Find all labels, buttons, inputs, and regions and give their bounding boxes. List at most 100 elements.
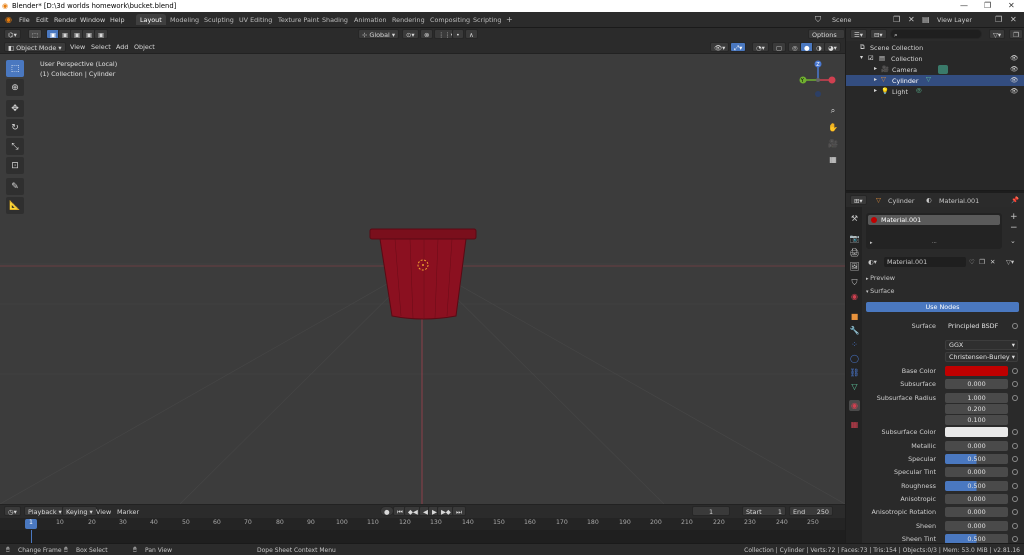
options-dropdown[interactable]: Options ▾ <box>808 29 845 47</box>
socket-dot-icon[interactable] <box>1012 323 1018 329</box>
specular-tint-field[interactable]: 0.000 <box>945 467 1008 477</box>
bucket-object[interactable] <box>369 228 477 320</box>
socket-dot-icon[interactable] <box>1012 469 1018 475</box>
particles-tab-icon[interactable]: ⁘ <box>849 339 860 350</box>
outliner-row-light[interactable]: ▸ 💡 Light ◎ 👁 <box>846 86 1024 97</box>
visibility-eye-icon[interactable]: 👁 <box>1010 76 1018 84</box>
new-view-layer-icon[interactable]: ❐ <box>995 15 1002 24</box>
subsurface-radius-z-field[interactable]: 0.100 <box>945 415 1008 425</box>
tab-modeling[interactable]: Modeling <box>166 14 203 25</box>
socket-dot-icon[interactable] <box>1012 496 1018 502</box>
light-data-icon[interactable]: ◎ <box>916 86 922 94</box>
expand-arrow-icon[interactable]: ▸ <box>874 65 877 72</box>
subsurface-color-swatch[interactable] <box>945 427 1008 437</box>
menu-select[interactable]: Select <box>91 43 111 51</box>
roughness-slider[interactable]: 0.500 <box>945 481 1008 491</box>
expand-arrow-icon[interactable]: ▸ <box>874 87 877 94</box>
distribution-dropdown[interactable]: GGX ▾ <box>945 340 1018 350</box>
tab-sculpting[interactable]: Sculpting <box>200 14 238 25</box>
editor-type-icon[interactable]: ⌬▾ <box>4 29 21 39</box>
snap-icon[interactable]: ⊗ <box>420 29 434 39</box>
start-frame-field[interactable]: Start 1 <box>742 506 786 516</box>
timeline-area[interactable] <box>0 530 845 543</box>
output-tab-icon[interactable]: 🖨 <box>849 247 860 258</box>
tab-rendering[interactable]: Rendering <box>388 14 429 25</box>
world-tab-icon[interactable]: ◉ <box>849 291 860 302</box>
data-tab-icon[interactable]: ▽ <box>849 381 860 392</box>
proportional-falloff-icon[interactable]: ∧ <box>465 29 478 39</box>
visibility-icon[interactable]: 👁▾ <box>710 42 730 52</box>
new-scene-icon[interactable]: ❐ <box>893 15 900 24</box>
outliner-row-collection[interactable]: ▾ ☑ ▤ Collection 👁 <box>846 53 1024 64</box>
modifier-tab-icon[interactable]: 🔧 <box>849 325 860 336</box>
outliner-row-camera[interactable]: ▸ 🎥 Camera 👁 <box>846 64 1024 75</box>
duplicate-material-icon[interactable]: ❐ <box>979 258 985 266</box>
slot-menu-icon[interactable]: ⌄ <box>1010 237 1016 245</box>
pivot-point-icon[interactable]: ⊙▾ <box>402 29 419 39</box>
visibility-eye-icon[interactable]: 👁 <box>1010 87 1018 95</box>
remove-slot-icon[interactable]: − <box>1010 223 1018 233</box>
transform-orientation-dropdown[interactable]: ⊹ Global ▾ <box>358 29 400 39</box>
visibility-eye-icon[interactable]: 👁 <box>1010 54 1018 62</box>
material-name-field[interactable]: Material.001 <box>884 257 966 267</box>
tab-shading[interactable]: Shading <box>318 14 352 25</box>
minimize-icon[interactable]: — <box>960 1 968 10</box>
record-icon[interactable]: ● <box>380 506 394 516</box>
tab-scripting[interactable]: Scripting <box>469 14 505 25</box>
socket-dot-icon[interactable] <box>1012 523 1018 529</box>
tool-tab-icon[interactable]: ⚒ <box>849 213 860 224</box>
expand-arrow-icon[interactable]: ▸ <box>874 76 877 83</box>
outliner-row-scene-collection[interactable]: ⧉ Scene Collection <box>846 42 1024 53</box>
end-frame-field[interactable]: End 250 <box>789 506 833 516</box>
physics-tab-icon[interactable]: ◯ <box>849 353 860 364</box>
menu-render[interactable]: Render <box>54 16 77 24</box>
unlink-material-icon[interactable]: ✕ <box>990 258 995 266</box>
scale-tool-icon[interactable]: ⤡ <box>6 138 24 155</box>
outliner-search-input[interactable]: ⌕ <box>890 29 982 39</box>
render-tab-icon[interactable]: 📷 <box>849 233 860 244</box>
menu-object[interactable]: Object <box>134 43 155 51</box>
menu-window[interactable]: Window <box>80 16 105 24</box>
menu-add[interactable]: Add <box>116 43 128 51</box>
expand-list-icon[interactable]: ▸ <box>870 240 873 246</box>
socket-dot-icon[interactable] <box>1012 368 1018 374</box>
scene-name[interactable]: Scene <box>832 16 851 24</box>
resize-handle-icon[interactable]: ⋯ <box>932 240 937 246</box>
texture-tab-icon[interactable]: ▦ <box>849 419 860 430</box>
socket-dot-icon[interactable] <box>1012 443 1018 449</box>
base-color-swatch[interactable] <box>945 366 1008 376</box>
timeline-menu-view[interactable]: View <box>96 508 111 516</box>
menu-file[interactable]: File <box>19 16 30 24</box>
surface-shader-field[interactable]: Principled BSDF <box>945 321 1008 331</box>
panel-preview[interactable]: ▸ Preview <box>866 274 895 282</box>
timeline-ruler[interactable]: 1 10 20 30 40 50 60 70 80 90 100 110 120… <box>0 518 845 530</box>
scene-icon[interactable]: ⛉ <box>815 15 821 25</box>
add-slot-icon[interactable]: + <box>1010 212 1018 222</box>
delete-view-layer-icon[interactable]: ✕ <box>1010 15 1017 24</box>
blender-menu-icon[interactable]: ◉ <box>5 15 12 24</box>
maximize-icon[interactable]: ❐ <box>984 1 991 10</box>
tab-layout[interactable]: Layout <box>136 14 166 25</box>
socket-dot-icon[interactable] <box>1012 456 1018 462</box>
panel-surface[interactable]: ▾ Surface <box>866 287 894 295</box>
mode-dropdown[interactable]: ◧ Object Mode ▾ <box>4 42 66 52</box>
fake-user-icon[interactable]: ♡ <box>969 258 975 266</box>
rendered-shading-icon[interactable]: ◕▾ <box>824 42 841 52</box>
menu-view[interactable]: View <box>70 43 85 51</box>
anisotropic-rotation-field[interactable]: 0.000 <box>945 507 1008 517</box>
pin-icon[interactable]: 📌 <box>1011 196 1019 204</box>
menu-help[interactable]: Help <box>110 16 125 24</box>
overlays-icon[interactable]: ◔▾ <box>752 42 769 52</box>
select-box-tool-icon[interactable]: ⬚ <box>6 60 24 77</box>
transform-tool-icon[interactable]: ⊡ <box>6 157 24 174</box>
expand-arrow-icon[interactable]: ▾ <box>860 54 863 61</box>
subsurface-field[interactable]: 0.000 <box>945 379 1008 389</box>
new-collection-icon[interactable]: ❐ <box>1009 29 1023 39</box>
navigation-gizmo[interactable]: Y Z <box>798 60 838 100</box>
timeline-menu-marker[interactable]: Marker <box>117 508 139 516</box>
add-workspace-icon[interactable]: + <box>502 13 517 24</box>
use-nodes-button[interactable]: Use Nodes <box>866 302 1019 312</box>
sheen-tint-slider[interactable]: 0.500 <box>945 534 1008 543</box>
socket-dot-icon[interactable] <box>1012 429 1018 435</box>
socket-dot-icon[interactable] <box>1012 395 1018 401</box>
